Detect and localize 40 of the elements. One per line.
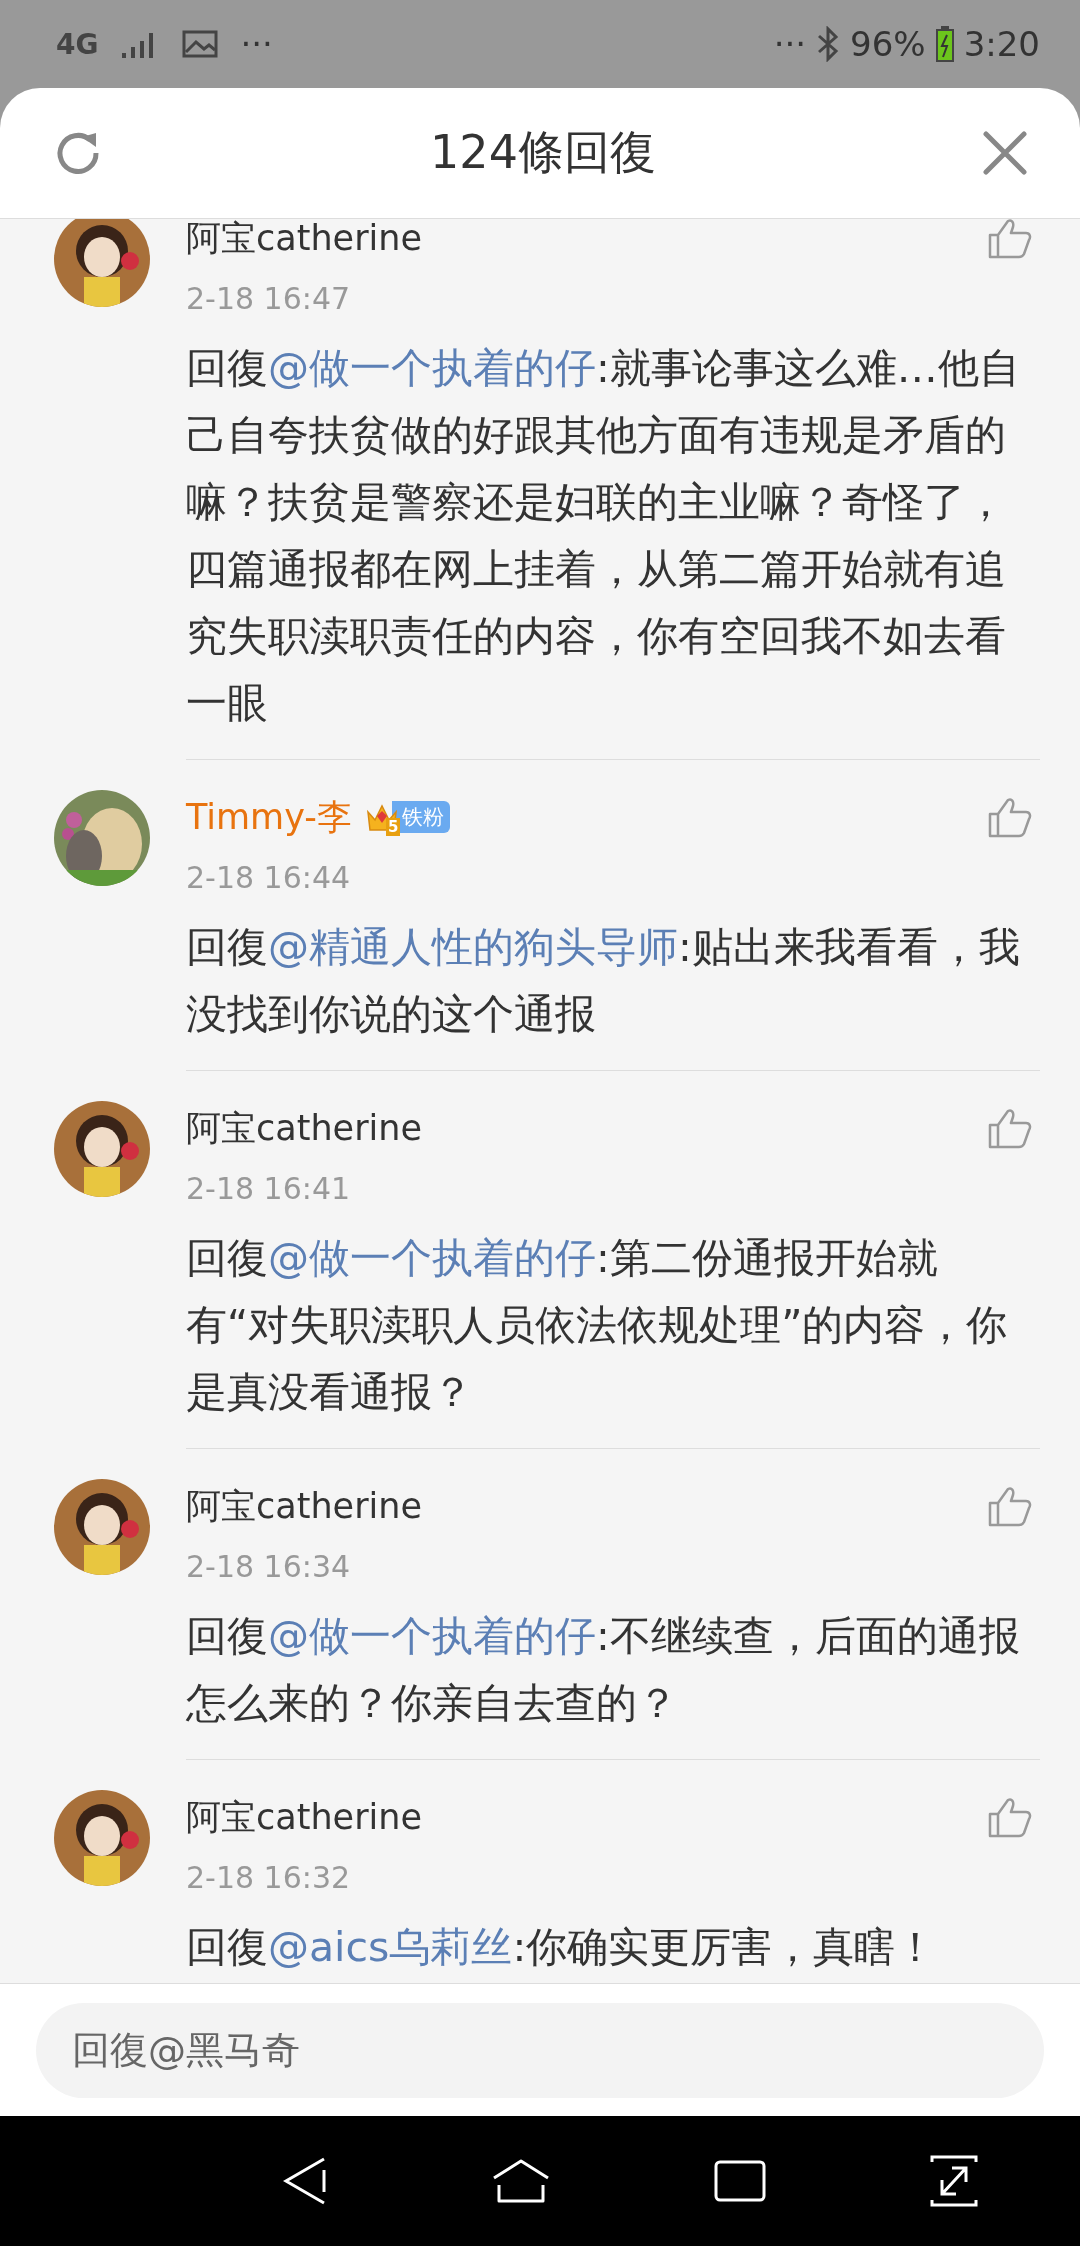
dialog-title: 124條回復 [430, 124, 656, 181]
thumbs-up-icon[interactable] [988, 1796, 1032, 1838]
network-indicator: 4G [56, 27, 99, 61]
thumbs-up-icon[interactable] [988, 796, 1032, 838]
mention-link[interactable]: @做一个执着的仔 [268, 344, 596, 392]
comment-text: 回復@做一个执着的仔:就事论事这么难…他自己自夸扶贫做的好跟其他方面有违规是矛盾的嘛？扶贫是警察还是妇联的主业嘛？奇怪了，四篇通报都在网上挂着，从第二篇开始就有追究失职渎职责任的内容，你有空回我不如去看一眼 [186, 343, 1021, 729]
close-icon[interactable] [982, 130, 1028, 176]
thumbs-up-icon[interactable] [988, 1485, 1032, 1527]
comment-text: 回復@精通人性的狗头导师:贴出来我看看，我没找到你说的这个通报 [186, 922, 1021, 1040]
expand-icon[interactable] [930, 2154, 978, 2208]
battery-percent: 96% [850, 24, 926, 64]
user-name[interactable]: 阿宝catherine [186, 219, 422, 262]
comment-text: 回復@做一个执着的仔:第二份通报开始就有“对失职渎职人员依法依规处理”的内容，你是真没看通报？ [186, 1233, 1009, 1418]
comment-text: 回復@做一个执着的仔:不继续查，后面的通报怎么来的？你亲自去查的？ [186, 1611, 1021, 1729]
back-icon[interactable] [282, 2156, 328, 2206]
image-icon [182, 30, 219, 58]
mention-link[interactable]: @精通人性的狗头导师 [268, 923, 678, 971]
bluetooth-icon [816, 26, 841, 62]
comment-time: 2-18 16:44 [186, 859, 352, 897]
comment-time: 2-18 16:47 [186, 280, 352, 318]
comment-time: 2-18 16:41 [186, 1170, 352, 1208]
user-name[interactable]: 阿宝catherine [186, 1793, 422, 1841]
user-name[interactable]: 阿宝catherine [186, 1104, 422, 1152]
comment-time: 2-18 16:32 [186, 1859, 352, 1897]
thumbs-up-icon[interactable] [988, 1107, 1032, 1149]
mention-link[interactable]: @aics乌莉丝 [268, 1923, 513, 1971]
reply-field[interactable]: 回復@黑马奇 [36, 2002, 1044, 2098]
mention-link[interactable]: @做一个执着的仔 [268, 1612, 596, 1660]
user-name[interactable]: Timmy-李 [186, 793, 352, 841]
mention-link[interactable]: @做一个执着的仔 [268, 1234, 596, 1282]
recent-apps-icon[interactable] [714, 2160, 766, 2202]
comment-time: 2-18 16:34 [186, 1548, 352, 1586]
battery-icon [935, 26, 954, 62]
user-name[interactable]: 阿宝catherine [186, 1482, 422, 1530]
comment-text: 回復@aics乌莉丝:你确实更厉害，真瞎！ [186, 1922, 938, 1973]
home-icon[interactable] [492, 2158, 550, 2204]
clock: 3:20 [963, 24, 1040, 64]
more-notifications: ··· [240, 24, 273, 64]
thumbs-up-icon[interactable] [988, 219, 1032, 259]
more-notifications: ··· [773, 24, 807, 64]
